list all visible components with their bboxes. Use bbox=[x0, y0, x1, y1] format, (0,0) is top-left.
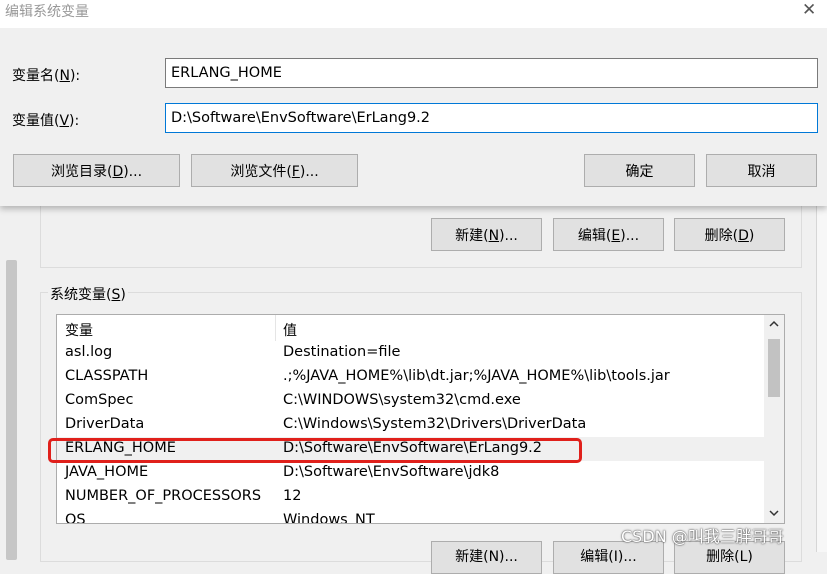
row-variable-name: OS bbox=[65, 512, 86, 524]
row-variable-value: 12 bbox=[283, 488, 302, 504]
row-variable-name: asl.log bbox=[65, 344, 113, 360]
row-variable-name: ComSpec bbox=[65, 392, 134, 408]
variable-name-input[interactable]: ERLANG_HOME bbox=[165, 58, 818, 88]
table-row[interactable]: ComSpec C:\WINDOWS\system32\cmd.exe bbox=[57, 389, 764, 413]
outer-scrollbar[interactable] bbox=[6, 260, 17, 560]
system-vars-list[interactable]: 变量 值 asl.log Destination=file CLASSPATH.;%… bbox=[56, 314, 785, 524]
column-header-value[interactable]: 值 bbox=[283, 320, 297, 340]
row-variable-value: D:\Software\EnvSoftware\jdk8 bbox=[283, 464, 500, 480]
ok-button[interactable]: 确定 bbox=[584, 154, 695, 187]
row-variable-value: Destination=file bbox=[283, 344, 401, 360]
background-window: 新建(N)... 编辑(E)... 删除(D) 系统变量(S) 变量 值 asl… bbox=[0, 205, 827, 574]
variable-name-label: 变量名(N): bbox=[12, 68, 81, 84]
row-variable-value: C:\WINDOWS\system32\cmd.exe bbox=[283, 392, 521, 408]
cancel-button[interactable]: 取消 bbox=[706, 154, 817, 187]
title-bar: 编辑系统变量 ✕ bbox=[0, 0, 827, 28]
list-scrollbar[interactable] bbox=[764, 315, 784, 523]
close-icon[interactable]: ✕ bbox=[802, 0, 816, 20]
scroll-down-icon[interactable] bbox=[769, 509, 779, 517]
row-variable-value: .;%JAVA_HOME%\lib\dt.jar;%JAVA_HOME%\lib… bbox=[283, 368, 670, 384]
column-header-variable[interactable]: 变量 bbox=[65, 320, 93, 340]
delete-user-var-button[interactable]: 删除(D) bbox=[674, 218, 785, 251]
browse-directory-button[interactable]: 浏览目录(D)... bbox=[13, 154, 180, 187]
new-system-var-button[interactable]: 新建(N)... bbox=[431, 541, 542, 574]
table-row[interactable]: OS Windows_NT bbox=[57, 509, 764, 524]
column-divider bbox=[275, 315, 276, 341]
right-edge-strip bbox=[816, 205, 827, 552]
row-variable-value: Windows_NT bbox=[283, 512, 375, 524]
scroll-up-icon[interactable] bbox=[769, 320, 779, 328]
dialog-title: 编辑系统变量 bbox=[5, 4, 89, 20]
variable-value-label: 变量值(V): bbox=[12, 113, 80, 129]
watermark: CSDN @叫我三胖哥哥 bbox=[621, 527, 784, 546]
system-vars-label: 系统变量(S) bbox=[48, 284, 128, 304]
list-header: 变量 值 bbox=[57, 315, 764, 341]
table-row[interactable]: DriverData C:\Windows\System32\Drivers\Dr… bbox=[57, 413, 764, 437]
highlight-box bbox=[48, 438, 582, 463]
row-variable-name: CLASSPATH bbox=[65, 368, 149, 384]
edit-user-var-button[interactable]: 编辑(E)... bbox=[553, 218, 664, 251]
table-row[interactable]: JAVA_HOME D:\Software\EnvSoftware\jdk8 bbox=[57, 461, 764, 485]
table-row[interactable]: NUMBER_OF_PROCESSORS 12 bbox=[57, 485, 764, 509]
scrollbar-thumb[interactable] bbox=[768, 339, 780, 397]
table-row[interactable]: asl.log Destination=file bbox=[57, 341, 764, 365]
table-row[interactable]: CLASSPATH .;%JAVA_HOME%\lib\dt.jar;%JAVA_… bbox=[57, 365, 764, 389]
new-user-var-button[interactable]: 新建(N)... bbox=[431, 218, 542, 251]
browse-file-button[interactable]: 浏览文件(F)... bbox=[191, 154, 358, 187]
row-variable-value: C:\Windows\System32\Drivers\DriverData bbox=[283, 416, 587, 432]
row-variable-name: NUMBER_OF_PROCESSORS bbox=[65, 488, 262, 504]
row-variable-name: JAVA_HOME bbox=[65, 464, 149, 480]
variable-value-input[interactable]: D:\Software\EnvSoftware\ErLang9.2 bbox=[165, 103, 818, 133]
row-variable-name: DriverData bbox=[65, 416, 145, 432]
edit-variable-dialog: 编辑系统变量 ✕ 变量名(N): ERLANG_HOME 变量值(V): D:\… bbox=[0, 0, 827, 206]
